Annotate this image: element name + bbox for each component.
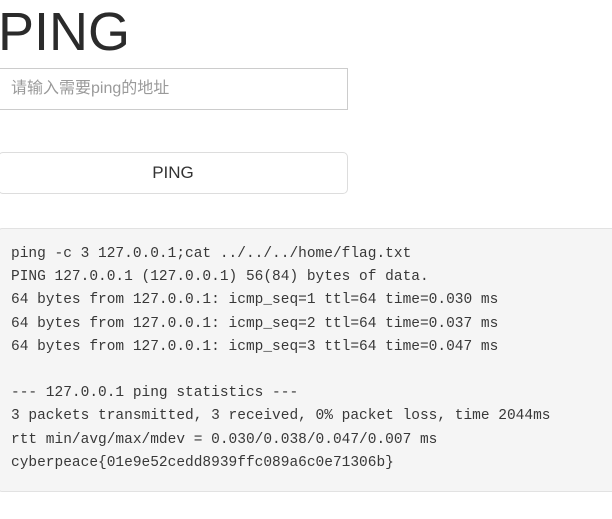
command-output-panel: ping -c 3 127.0.0.1;cat ../../../home/fl… xyxy=(0,228,612,493)
ping-submit-button[interactable]: PING xyxy=(0,152,348,194)
ping-form: PING xyxy=(0,62,612,194)
command-output-text: ping -c 3 127.0.0.1;cat ../../../home/fl… xyxy=(11,246,551,471)
address-input[interactable] xyxy=(0,68,348,110)
ping-tool-page: PING PING ping -c 3 127.0.0.1;cat ../../… xyxy=(0,0,612,493)
page-title: PING xyxy=(0,2,131,62)
